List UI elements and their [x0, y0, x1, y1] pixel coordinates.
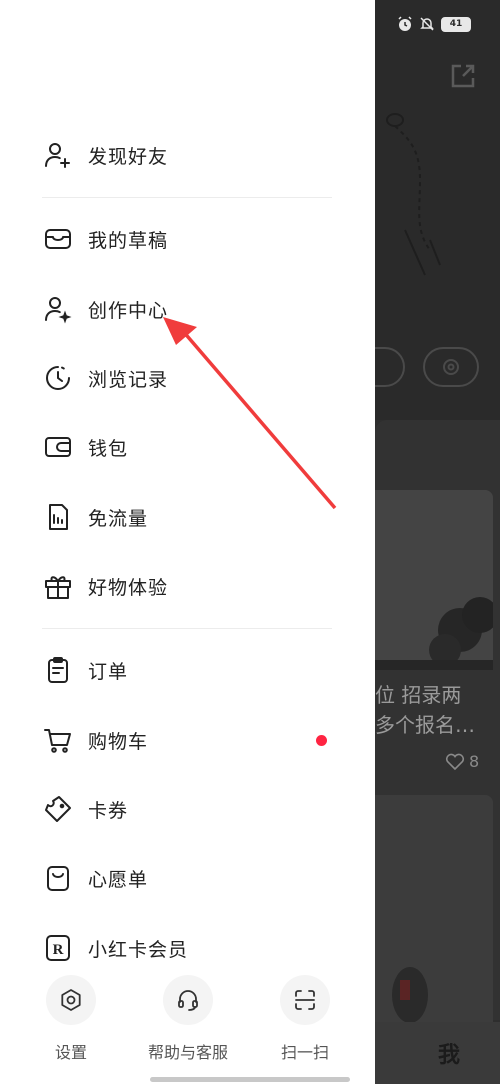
status-bar: 41	[397, 16, 471, 32]
menu-label: 心愿单	[88, 868, 149, 891]
menu-item-history[interactable]: 浏览记录	[42, 354, 342, 402]
clipboard-order-icon	[42, 654, 74, 686]
home-indicator	[150, 1077, 350, 1082]
menu-item-product-trial[interactable]: 好物体验	[42, 562, 342, 610]
data-sim-icon	[42, 501, 74, 533]
menu-label: 免流量	[88, 507, 149, 530]
profile-settings-pill[interactable]	[423, 347, 479, 387]
r-card-icon: R	[42, 932, 74, 964]
menu-label: 订单	[88, 660, 129, 683]
menu-item-orders[interactable]: 订单	[42, 646, 342, 694]
menu-item-wishlist[interactable]: 心愿单	[42, 854, 342, 902]
menu-label: 钱包	[88, 437, 129, 460]
scan-icon	[295, 990, 315, 1010]
wishlist-bag-icon	[42, 862, 74, 894]
add-friend-icon	[42, 139, 74, 171]
settings-button[interactable]: 设置	[11, 975, 131, 1063]
help-label: 帮助与客服	[147, 1043, 228, 1062]
shopping-cart-icon	[42, 724, 74, 756]
note-title-line-2: 多个报名…	[375, 713, 475, 737]
note-like-count[interactable]: 8	[445, 752, 479, 771]
background-app: 41 位 招录两 多个报名… 8 我	[375, 0, 500, 1084]
help-circle	[163, 975, 213, 1025]
drawer-bottom-actions: 设置 帮助与客服 扫一扫	[0, 975, 375, 1075]
menu-item-find-friends[interactable]: 发现好友	[42, 131, 342, 179]
alarm-icon	[398, 16, 412, 31]
gear-icon	[443, 359, 459, 375]
like-count: 8	[469, 752, 480, 771]
mute-bell-icon	[420, 17, 434, 31]
note-card-image-2[interactable]	[375, 795, 493, 1025]
note-card-title: 位 招录两 多个报名…	[375, 680, 493, 740]
svg-text:R: R	[53, 942, 64, 958]
headset-icon	[178, 990, 198, 1011]
battery-level: 41	[449, 19, 463, 29]
note-title-line-1: 位 招录两	[375, 683, 462, 707]
creator-star-icon	[42, 293, 74, 325]
profile-doodle-illustration	[386, 113, 441, 276]
cart-notification-dot	[316, 735, 327, 746]
tab-me[interactable]: 我	[438, 1037, 460, 1069]
help-support-button[interactable]: 帮助与客服	[128, 975, 248, 1063]
divider	[42, 628, 332, 629]
menu-item-free-data[interactable]: 免流量	[42, 493, 342, 541]
side-drawer: 发现好友 我的草稿 创作中心 浏览记录 钱包 免流量 好物体验 订单 购物车 卡…	[0, 0, 375, 1084]
history-clock-icon	[42, 362, 74, 394]
coupon-tag-icon	[42, 793, 74, 825]
inbox-tray-icon	[42, 223, 74, 255]
gear-icon	[61, 989, 81, 1011]
menu-label: 好物体验	[88, 576, 169, 599]
menu-label: 我的草稿	[88, 229, 169, 252]
menu-item-creator-center[interactable]: 创作中心	[42, 285, 342, 333]
menu-item-wallet[interactable]: 钱包	[42, 423, 342, 471]
note-card-image[interactable]	[375, 490, 493, 670]
menu-label: 发现好友	[88, 145, 169, 168]
wallet-icon	[42, 431, 74, 463]
menu-item-coupons[interactable]: 卡券	[42, 785, 342, 833]
scan-circle	[280, 975, 330, 1025]
menu-label: 小红卡会员	[88, 938, 189, 961]
menu-item-drafts[interactable]: 我的草稿	[42, 215, 342, 263]
settings-label: 设置	[54, 1043, 87, 1062]
menu-label: 购物车	[88, 730, 149, 753]
divider	[42, 197, 332, 198]
menu-label: 浏览记录	[88, 368, 169, 391]
menu-label: 卡券	[88, 799, 129, 822]
scan-label: 扫一扫	[280, 1043, 329, 1062]
menu-item-red-card-member[interactable]: R 小红卡会员	[42, 924, 342, 972]
menu-item-cart[interactable]: 购物车	[42, 716, 342, 764]
battery-indicator: 41	[441, 16, 471, 32]
share-icon[interactable]	[449, 62, 477, 90]
gift-box-icon	[42, 570, 74, 602]
settings-circle	[46, 975, 96, 1025]
heart-icon	[445, 753, 465, 770]
scan-button[interactable]: 扫一扫	[245, 975, 365, 1063]
menu-label: 创作中心	[88, 299, 169, 322]
